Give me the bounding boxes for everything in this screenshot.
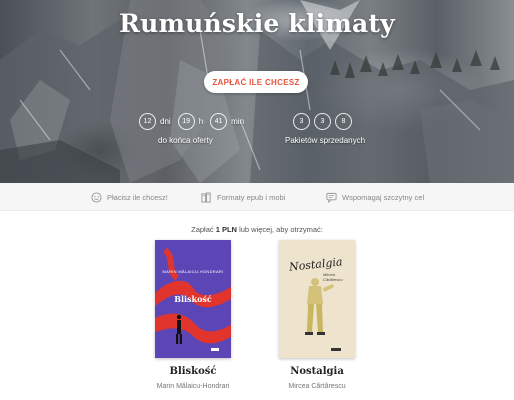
feature-label: Formaty epub i mobi: [217, 192, 286, 202]
offer-suffix: lub więcej, aby otrzymać:: [239, 225, 323, 234]
feature-formats: Formaty epub i mobi: [201, 183, 285, 211]
smiley-icon: [91, 191, 102, 203]
cover-author: Mircea Cărtărescu: [323, 272, 343, 282]
page-title: Rumuńskie klimaty: [119, 9, 395, 38]
cover-title: Bliskość: [174, 294, 212, 304]
countdown-minutes: 41: [210, 113, 228, 130]
feature-pay-what-you-want: Płacisz ile chcesz!: [91, 183, 168, 211]
offer-prefix: Zapłać: [191, 225, 214, 234]
chat-icon: [326, 192, 337, 203]
books-icon: [201, 191, 211, 203]
book-cover-bliskosc[interactable]: MARIN MĂLAICU-HONDRARI Bliskość: [155, 240, 231, 358]
book-title[interactable]: Nostalgia: [247, 366, 387, 377]
feature-label: Wspomagaj szczytny cel: [342, 192, 425, 202]
sold-digit: 8: [335, 113, 352, 130]
pay-what-you-want-button[interactable]: ZAPŁAĆ ILE CHCESZ: [204, 71, 308, 93]
book-cover-nostalgia[interactable]: Nostalgia Mircea Cărtărescu: [279, 240, 355, 358]
sold-digit: 3: [293, 113, 310, 130]
feature-label: Płacisz ile chcesz!: [107, 192, 168, 202]
hero-banner: Rumuńskie klimaty ZAPŁAĆ ILE CHCESZ 12 d…: [0, 0, 514, 183]
sold-label: Pakietów sprzedanych: [285, 136, 366, 145]
countdown-days-unit: dni: [160, 117, 171, 126]
countdown-timer: 12 dni 19 h 41 min: [139, 113, 247, 130]
book-author: Mircea Cărtărescu: [288, 383, 346, 390]
offer-amount: 1 PLN: [215, 225, 237, 234]
countdown-days: 12: [139, 113, 156, 130]
offer-description: Zapłać 1 PLN lub więcej, aby otrzymać:: [0, 225, 514, 234]
countdown-minutes-unit: min: [231, 117, 245, 126]
countdown-hours-unit: h: [198, 117, 204, 126]
countdown-hours: 19: [177, 113, 195, 130]
sold-digit: 3: [314, 113, 331, 130]
feature-charity: Wspomagaj szczytny cel: [326, 183, 424, 211]
countdown-label: do końca oferty: [158, 136, 213, 145]
sold-counter: 3 3 8: [293, 113, 352, 130]
cover-author: MARIN MĂLAICU-HONDRARI: [162, 269, 224, 274]
features-bar: Płacisz ile chcesz! Formaty epub i mobi …: [0, 183, 514, 211]
book-title[interactable]: Bliskość: [123, 366, 263, 377]
